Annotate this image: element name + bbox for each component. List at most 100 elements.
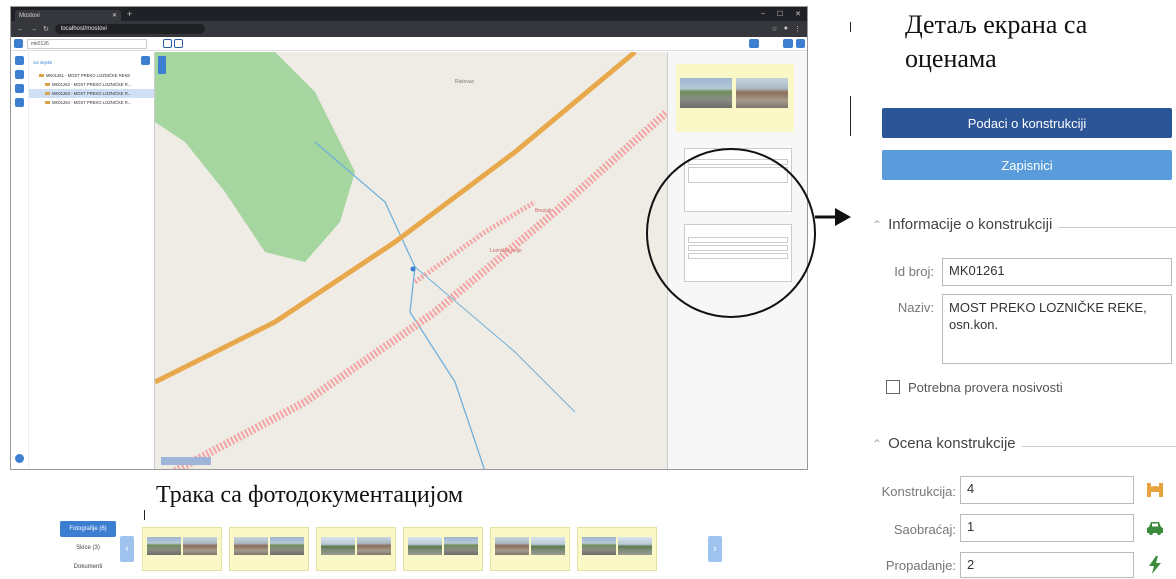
name-value: MOST PREKO LOZNIČKE REKE, osn.kon. — [949, 300, 1147, 332]
strip-caption: Трака са фотодокументацијом — [156, 482, 464, 508]
tab-documents[interactable]: Dokumenti — [60, 559, 116, 575]
construction-data-button[interactable]: Podaci o konstrukciji — [882, 108, 1172, 138]
search-input-value: mk0126 — [31, 40, 49, 47]
document-icon[interactable] — [15, 98, 24, 107]
close-icon[interactable]: ✕ — [112, 12, 117, 19]
layout-split-icon[interactable] — [174, 39, 183, 48]
strip-photo[interactable] — [316, 527, 396, 571]
decay-rating-field[interactable]: 2 — [960, 552, 1134, 578]
detail-panel-zoom: Podaci o konstrukciji Zapisnici ⌃ Inform… — [850, 92, 1176, 579]
app-button-1[interactable] — [749, 39, 759, 48]
map-view[interactable]: Ristovac Lozničko polje Brezjak — [155, 52, 667, 469]
map-label: Lozničko polje — [490, 248, 522, 254]
zoom-highlight-circle — [646, 148, 816, 318]
rating-section-title[interactable]: ⌃ Ocena konstrukcije — [872, 435, 1022, 452]
stream-line — [414, 266, 576, 413]
decay-rating-label: Propadanje: — [885, 558, 956, 573]
chevron-up-icon: ⌃ — [872, 436, 883, 451]
name-label: Naziv: — [897, 300, 934, 315]
load-check-checkbox[interactable] — [886, 380, 900, 394]
object-tree: Svi objekti MK01261 - MOST PREKO LOZNIČK… — [29, 52, 155, 469]
new-tab-icon[interactable]: + — [127, 9, 132, 19]
forward-icon[interactable]: → — [30, 26, 37, 33]
browser-tabbar: Mostovi ✕ + – ☐ ✕ — [11, 7, 807, 21]
car-icon — [1147, 522, 1163, 535]
detail-caption: Детаљ екрана са оценама — [905, 10, 1088, 73]
id-label: Id broj: — [894, 264, 934, 279]
rating-section-label: Ocena konstrukcije — [888, 435, 1016, 452]
traffic-rating-field[interactable]: 1 — [960, 514, 1134, 542]
construction-rating-field[interactable]: 4 — [960, 476, 1134, 504]
list-icon[interactable] — [15, 70, 24, 79]
tree-item[interactable]: MK01262 - MOST PREKO LOZNIČKE R... — [29, 80, 154, 89]
star-icon[interactable]: ☆ — [771, 25, 777, 33]
map-label: Ristovac — [455, 79, 475, 85]
address-text: localhost/mostovi — [60, 26, 107, 32]
account-icon[interactable]: ● — [784, 25, 788, 33]
settings-icon[interactable] — [796, 39, 805, 48]
strip-next-button[interactable]: › — [708, 536, 722, 562]
name-field[interactable]: MOST PREKO LOZNIČKE REKE, osn.kon. — [942, 294, 1172, 364]
traffic-rating-label: Saobraćaj: — [893, 522, 956, 537]
tree-item-selected[interactable]: MK01263 - MOST PREKO LOZNIČKE R... — [29, 89, 154, 98]
tree-item[interactable]: MK01261 - MOST PREKO LOZNIČKE REKE — [29, 71, 154, 80]
bridge-icon — [39, 74, 44, 78]
strip-photo[interactable] — [577, 527, 657, 571]
maximize-icon[interactable]: ☐ — [777, 10, 783, 18]
records-button[interactable]: Zapisnici — [882, 150, 1172, 180]
minimize-icon[interactable]: – — [761, 10, 765, 18]
tree-item-label: MK01264 - MOST PREKO LOZNIČKE R... — [52, 100, 132, 105]
tree-head[interactable]: Svi objekti — [29, 52, 154, 65]
photo-thumbnail — [183, 537, 217, 555]
strip-prev-button[interactable]: ‹ — [120, 536, 134, 562]
divider-line — [144, 510, 145, 520]
browser-tab[interactable]: Mostovi ✕ — [15, 10, 121, 21]
photo-preview[interactable] — [676, 64, 794, 132]
bridge-icon — [45, 83, 50, 87]
strip-photo[interactable] — [142, 527, 222, 571]
bridge-icon — [45, 92, 50, 96]
id-value: MK01261 — [949, 263, 1005, 278]
strip-photo[interactable] — [403, 527, 483, 571]
tree-item-label: MK01262 - MOST PREKO LOZNIČKE R... — [52, 82, 132, 87]
strip-photo[interactable] — [490, 527, 570, 571]
strip-photo[interactable] — [229, 527, 309, 571]
info-icon[interactable] — [15, 454, 24, 463]
tree-item-label: MK01261 - MOST PREKO LOZNIČKE REKE — [46, 73, 131, 78]
close-window-icon[interactable]: ✕ — [795, 10, 801, 18]
zoom-control[interactable] — [158, 56, 166, 74]
photo-thumbnail — [444, 537, 478, 555]
photo-thumbnail — [321, 537, 355, 555]
search-icon[interactable] — [14, 39, 23, 48]
photo-thumbnail — [408, 537, 442, 555]
construction-rating-label: Konstrukcija: — [881, 484, 956, 499]
photo-thumbnail — [582, 537, 616, 555]
tab-photos[interactable]: Fotografije (6) — [60, 521, 116, 537]
address-bar[interactable]: localhost/mostovi — [54, 24, 205, 34]
app-toolbar: mk0126 — [11, 37, 807, 51]
photo-thumbnail — [618, 537, 652, 555]
search-input[interactable]: mk0126 — [27, 38, 147, 49]
id-field[interactable]: MK01261 — [942, 258, 1172, 286]
info-section-title[interactable]: ⌃ Informacije o konstrukciji — [872, 216, 1059, 233]
photo-thumbnail — [234, 537, 268, 555]
app-button-2[interactable] — [783, 39, 793, 48]
reload-icon[interactable]: ↻ — [43, 25, 49, 33]
construction-rating-value: 4 — [967, 481, 975, 496]
lightning-icon — [1149, 556, 1161, 574]
photo-thumbnail[interactable] — [736, 78, 788, 108]
filter-icon[interactable] — [15, 84, 24, 93]
layout-icon[interactable] — [163, 39, 172, 48]
tab-sketches[interactable]: Skice (3) — [60, 540, 116, 556]
photo-thumbnail[interactable] — [680, 78, 732, 108]
photo-thumbnail — [147, 537, 181, 555]
add-icon[interactable] — [141, 56, 150, 65]
tree-item[interactable]: MK01264 - MOST PREKO LOZNIČKE R... — [29, 98, 154, 107]
menu-icon[interactable]: ⋮ — [794, 25, 801, 33]
layers-icon[interactable] — [15, 56, 24, 65]
bridge-marker[interactable] — [410, 266, 416, 272]
load-check-label: Potrebna provera nosivosti — [908, 380, 1063, 395]
arrow-icon — [815, 208, 851, 226]
back-icon[interactable]: ← — [17, 26, 24, 33]
divider-line — [850, 22, 851, 32]
